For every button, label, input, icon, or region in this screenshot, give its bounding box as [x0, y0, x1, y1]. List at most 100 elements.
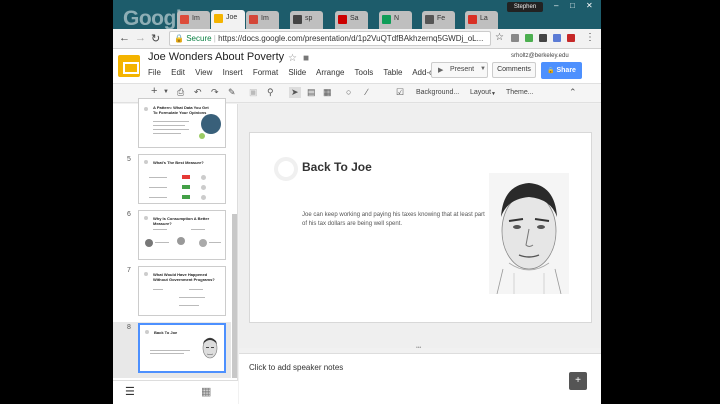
hashtag-favicon-icon	[293, 15, 302, 24]
theme-button[interactable]: Theme...	[506, 89, 534, 96]
user-email[interactable]: srholtz@berkeley.edu	[511, 53, 569, 59]
tab-strip: Google Im Joe Im sp Sa N Fe La Stephen –…	[113, 0, 601, 30]
play-icon	[201, 114, 221, 134]
print-icon[interactable]: ⎙	[177, 87, 184, 98]
filmstrip-scrollbar[interactable]	[232, 214, 237, 378]
present-button[interactable]: ▶ Present ▼	[431, 62, 488, 78]
browser-tab-4[interactable]: Sa	[335, 11, 368, 29]
slide-thumb-title: Why Is Consumption A Better Measure?	[153, 216, 210, 226]
comment-add-icon[interactable]: ☑	[396, 87, 404, 98]
red-favicon-icon	[338, 15, 347, 24]
forward-icon[interactable]: →	[135, 32, 146, 44]
maximize-icon[interactable]: □	[570, 1, 575, 10]
slide-thumbnail[interactable]: A Pattern: What Data You Get To Formulat…	[138, 98, 226, 148]
browser-tab-2[interactable]: Im	[246, 11, 279, 29]
speaker-notes-placeholder[interactable]: Click to add speaker notes	[249, 363, 343, 372]
lock-icon: 🔒	[174, 34, 184, 43]
slide-thumbnail[interactable]: What Would Have Happened Without Governm…	[138, 266, 226, 316]
menu-table[interactable]: Table	[383, 68, 402, 77]
back-icon[interactable]: ←	[119, 32, 130, 44]
star-icon[interactable]: ☆	[495, 32, 504, 43]
menu-dots-icon[interactable]: ⋮	[585, 32, 595, 43]
slide-thumbnail-selected[interactable]: Back To Joe	[138, 323, 226, 373]
slide-thumb-title: What's The Best Measure?	[153, 160, 204, 165]
browser-window: Google Im Joe Im sp Sa N Fe La Stephen –…	[113, 0, 601, 404]
slides-favicon-icon	[214, 14, 223, 23]
menu-bar: File Edit View Insert Format Slide Arran…	[148, 68, 450, 77]
filmstrip-view-icon[interactable]: ☰	[125, 385, 135, 398]
gmail-favicon-icon	[249, 15, 258, 24]
portrait-sketch-thumb	[202, 337, 218, 359]
menu-tools[interactable]: Tools	[355, 68, 374, 77]
wikipedia-favicon-icon	[425, 15, 434, 24]
url-field[interactable]: 🔒 Secure | https://docs.google.com/prese…	[169, 31, 491, 46]
minimize-icon[interactable]: –	[554, 1, 558, 10]
paint-format-icon[interactable]: ✎	[228, 87, 236, 98]
profile-badge[interactable]: Stephen	[507, 2, 543, 12]
slide-thumbnail[interactable]: What's The Best Measure?	[138, 154, 226, 204]
comments-button[interactable]: Comments	[492, 62, 536, 78]
shape-icon[interactable]: ○	[346, 87, 351, 97]
menu-file[interactable]: File	[148, 68, 161, 77]
browser-tab-3[interactable]: sp	[290, 11, 323, 29]
slides-logo-icon[interactable]	[118, 55, 140, 77]
menu-edit[interactable]: Edit	[171, 68, 185, 77]
chevron-down-icon[interactable]: ▼	[163, 89, 169, 95]
menu-arrange[interactable]: Arrange	[316, 68, 344, 77]
menu-insert[interactable]: Insert	[223, 68, 243, 77]
url-text: https://docs.google.com/presentation/d/1…	[218, 34, 484, 43]
layout-button[interactable]: Layout	[470, 89, 491, 96]
reload-icon[interactable]: ↻	[151, 32, 160, 45]
red-favicon-icon	[468, 15, 477, 24]
text-box-icon[interactable]: ▤	[307, 87, 316, 98]
sheets-favicon-icon	[382, 15, 391, 24]
browser-tab-7[interactable]: La	[465, 11, 498, 29]
secure-label: Secure	[186, 34, 212, 43]
collapse-toolbar-icon[interactable]: ⌃	[569, 87, 577, 98]
slide-number: 8	[127, 324, 131, 331]
zoom-icon[interactable]: ⚲	[267, 87, 274, 98]
extension-icon[interactable]	[553, 34, 561, 42]
share-button[interactable]: 🔒 Share	[541, 62, 582, 79]
slide-title[interactable]: Back To Joe	[302, 160, 372, 174]
redo-icon[interactable]: ↷	[211, 87, 219, 98]
undo-icon[interactable]: ↶	[194, 87, 202, 98]
slide-filmstrip: A Pattern: What Data You Get To Formulat…	[113, 98, 238, 404]
select-cursor-icon[interactable]: ➤	[289, 87, 301, 98]
gmail-favicon-icon	[180, 15, 189, 24]
extension-icon[interactable]	[539, 34, 547, 42]
menu-format[interactable]: Format	[253, 68, 278, 77]
extension-icon[interactable]	[511, 34, 519, 42]
chevron-down-icon[interactable]: ▼	[491, 91, 496, 97]
menu-slide[interactable]: Slide	[288, 68, 306, 77]
extension-icon[interactable]	[567, 34, 575, 42]
chevron-down-icon[interactable]: ▼	[480, 66, 486, 72]
zoom-fit-icon[interactable]: ▣	[249, 87, 258, 98]
resize-handle-icon[interactable]: •••	[416, 345, 421, 351]
extension-icon[interactable]	[525, 34, 533, 42]
browser-tab-5[interactable]: N	[379, 11, 412, 29]
star-icon[interactable]: ☆	[288, 53, 297, 64]
slide-body-text[interactable]: Joe can keep working and paying his taxe…	[302, 211, 488, 229]
browser-tab-6[interactable]: Fe	[422, 11, 455, 29]
background-button[interactable]: Background...	[416, 89, 459, 96]
new-slide-icon[interactable]: +	[151, 85, 157, 97]
slide-main[interactable]: Back To Joe Joe can keep working and pay…	[249, 132, 592, 323]
browser-tab-0[interactable]: Im	[177, 11, 210, 29]
document-title[interactable]: Joe Wonders About Poverty	[148, 51, 284, 63]
menu-view[interactable]: View	[195, 68, 212, 77]
grid-view-icon[interactable]: ▦	[201, 385, 211, 398]
portrait-sketch-image[interactable]	[489, 173, 569, 294]
line-icon[interactable]: ∕	[366, 87, 368, 97]
explore-icon[interactable]: +	[569, 372, 587, 390]
close-icon[interactable]: ✕	[586, 1, 593, 10]
folder-icon[interactable]: ■	[303, 53, 309, 64]
docs-header: Joe Wonders About Poverty ☆ ■ File Edit …	[113, 49, 601, 83]
address-bar-row: ← → ↻ 🔒 Secure | https://docs.google.com…	[113, 29, 601, 49]
slide-canvas: Back To Joe Joe can keep working and pay…	[239, 104, 601, 351]
slide-thumbnail[interactable]: Why Is Consumption A Better Measure?	[138, 210, 226, 260]
slide-number: 5	[127, 156, 131, 163]
image-icon[interactable]: ▦	[323, 87, 332, 98]
browser-tab-1[interactable]: Joe	[211, 10, 245, 29]
speaker-notes[interactable]: Click to add speaker notes +	[239, 353, 601, 404]
